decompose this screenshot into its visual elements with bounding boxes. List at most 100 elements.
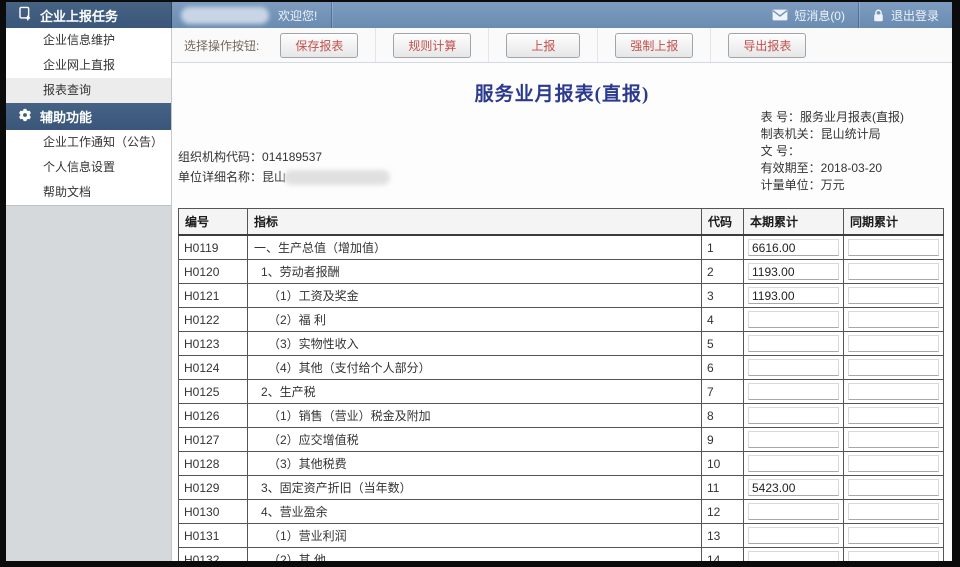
save-report-button[interactable]: 保存报表 — [280, 33, 358, 58]
current-period-input[interactable] — [748, 455, 839, 472]
same-period-input[interactable] — [848, 503, 939, 520]
col-header-same-period: 同期累计 — [844, 209, 944, 236]
meta-label: 制表机关： — [761, 127, 821, 141]
messages-label: 短消息(0) — [794, 7, 845, 24]
row-id-link[interactable]: H0120 — [179, 260, 248, 284]
app-title-bar: 企业上报任务 — [6, 2, 172, 28]
row-id-link[interactable]: H0119 — [179, 235, 248, 260]
current-period-input[interactable] — [748, 407, 839, 424]
table-row: H0131（1）营业利润13 — [179, 524, 944, 548]
row-id-link[interactable]: H0128 — [179, 452, 248, 476]
same-period-input[interactable] — [848, 431, 939, 448]
same-period-input-cell — [844, 332, 944, 356]
app-window: 企业上报任务 欢迎您! 短消息(0) — [6, 2, 952, 561]
row-id-link[interactable]: H0131 — [179, 524, 248, 548]
row-indicator: （4）其他（支付给个人部分） — [248, 356, 702, 380]
row-code: 2 — [702, 260, 744, 284]
row-id-link[interactable]: H0126 — [179, 404, 248, 428]
table-row: H0122（2）福 利4 — [179, 308, 944, 332]
file-plus-icon — [17, 6, 32, 24]
row-indicator: （2）福 利 — [248, 308, 702, 332]
row-code: 5 — [702, 332, 744, 356]
current-period-input[interactable] — [748, 287, 839, 304]
row-code: 13 — [702, 524, 744, 548]
sidebar-section-label: 辅助功能 — [40, 107, 92, 126]
sidebar-menu: 企业信息维护 企业网上直报 报表查询 辅助功能 企业工作通知（公告） 个人信息设… — [6, 28, 171, 206]
row-code: 12 — [702, 500, 744, 524]
current-period-input-cell — [744, 235, 844, 260]
current-period-input[interactable] — [748, 551, 839, 561]
current-period-input[interactable] — [748, 479, 839, 496]
col-header-id: 编号 — [179, 209, 248, 236]
current-period-input-cell — [744, 548, 844, 562]
row-id-link[interactable]: H0125 — [179, 380, 248, 404]
sidebar-section-aux-functions: 辅助功能 — [6, 103, 171, 130]
same-period-input[interactable] — [848, 263, 939, 280]
current-period-input[interactable] — [748, 503, 839, 520]
meta-label: 计量单位： — [761, 178, 821, 192]
current-period-input[interactable] — [748, 359, 839, 376]
logout-button[interactable]: 退出登录 — [859, 2, 952, 28]
row-id-link[interactable]: H0123 — [179, 332, 248, 356]
sidebar-item-help-docs[interactable]: 帮助文档 — [6, 180, 171, 205]
current-period-input-cell — [744, 284, 844, 308]
same-period-input-cell — [844, 548, 944, 562]
same-period-input[interactable] — [848, 527, 939, 544]
row-id-link[interactable]: H0132 — [179, 548, 248, 562]
row-code: 4 — [702, 308, 744, 332]
row-code: 11 — [702, 476, 744, 500]
unit-name-prefix: 昆山 — [262, 167, 286, 187]
report-meta-right: 表 号：服务业月报表(直报) 制表机关：昆山统计局 文 号： 有效期至：2018… — [761, 109, 904, 194]
row-indicator: 2、生产税 — [248, 380, 702, 404]
current-period-input-cell — [744, 260, 844, 284]
same-period-input[interactable] — [848, 551, 939, 561]
meta-label: 文 号： — [761, 144, 800, 158]
row-id-link[interactable]: H0127 — [179, 428, 248, 452]
sidebar-item-online-report[interactable]: 企业网上直报 — [6, 53, 171, 78]
envelope-icon — [772, 9, 788, 21]
same-period-input[interactable] — [848, 287, 939, 304]
current-period-input[interactable] — [748, 335, 839, 352]
sidebar-item-enterprise-info[interactable]: 企业信息维护 — [6, 28, 171, 53]
current-period-input-cell — [744, 380, 844, 404]
rule-calculate-button[interactable]: 规则计算 — [393, 33, 471, 58]
unit-of-measure-value: 万元 — [821, 178, 845, 192]
row-id-link[interactable]: H0122 — [179, 308, 248, 332]
current-period-input[interactable] — [748, 431, 839, 448]
valid-until-value: 2018-03-20 — [821, 161, 882, 175]
sidebar-item-report-query[interactable]: 报表查询 — [6, 78, 171, 103]
current-period-input-cell — [744, 308, 844, 332]
submit-button[interactable]: 上报 — [506, 33, 580, 58]
current-period-input[interactable] — [748, 383, 839, 400]
sidebar-item-personal-settings[interactable]: 个人信息设置 — [6, 155, 171, 180]
row-id-link[interactable]: H0124 — [179, 356, 248, 380]
same-period-input[interactable] — [848, 479, 939, 496]
row-indicator: （3）实物性收入 — [248, 332, 702, 356]
same-period-input[interactable] — [848, 239, 939, 256]
row-id-link[interactable]: H0129 — [179, 476, 248, 500]
table-row: H0124（4）其他（支付给个人部分）6 — [179, 356, 944, 380]
report-head: 表 号：服务业月报表(直报) 制表机关：昆山统计局 文 号： 有效期至：2018… — [172, 103, 952, 208]
current-period-input-cell — [744, 428, 844, 452]
current-period-input[interactable] — [748, 239, 839, 256]
unit-name-label: 单位详细名称： — [178, 167, 262, 187]
same-period-input[interactable] — [848, 383, 939, 400]
current-period-input[interactable] — [748, 311, 839, 328]
same-period-input[interactable] — [848, 407, 939, 424]
row-id-link[interactable]: H0130 — [179, 500, 248, 524]
force-submit-button[interactable]: 强制上报 — [615, 33, 693, 58]
action-toolbar: 选择操作按钮: 保存报表 规则计算 上报 强制上报 导出报表 — [172, 28, 952, 63]
same-period-input[interactable] — [848, 455, 939, 472]
current-period-input-cell — [744, 404, 844, 428]
current-period-input[interactable] — [748, 263, 839, 280]
sidebar-item-work-notice[interactable]: 企业工作通知（公告） — [6, 130, 171, 155]
same-period-input[interactable] — [848, 359, 939, 376]
messages-button[interactable]: 短消息(0) — [759, 2, 858, 28]
current-period-input-cell — [744, 524, 844, 548]
same-period-input[interactable] — [848, 311, 939, 328]
report-title: 服务业月报表(直报) — [172, 79, 952, 103]
current-period-input[interactable] — [748, 527, 839, 544]
row-id-link[interactable]: H0121 — [179, 284, 248, 308]
same-period-input[interactable] — [848, 335, 939, 352]
export-report-button[interactable]: 导出报表 — [728, 33, 806, 58]
